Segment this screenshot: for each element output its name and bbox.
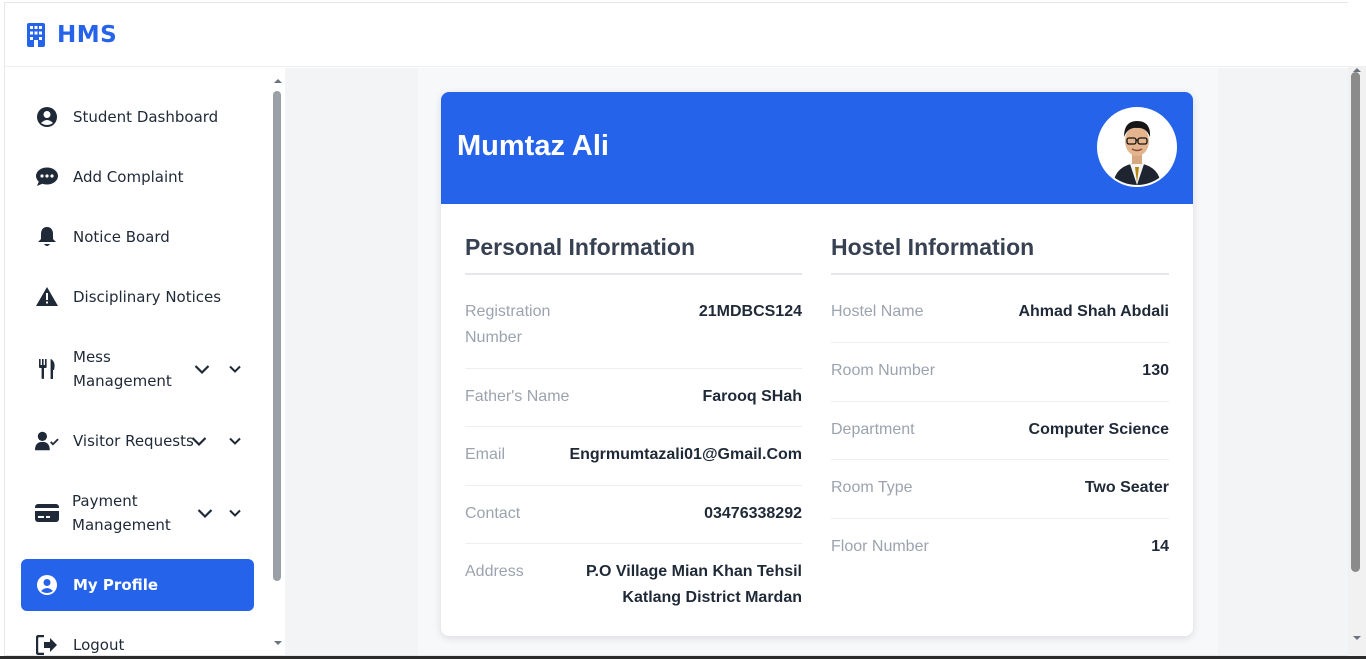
field-value-floor-number: 14: [1151, 538, 1169, 555]
row-divider: [831, 401, 1169, 402]
sidebar-item-label: Add Complaint: [73, 168, 184, 186]
row-divider: [465, 426, 802, 427]
row-divider: [831, 518, 1169, 519]
warning-icon: [35, 285, 59, 309]
profile-name: Mumtaz Ali: [457, 130, 609, 162]
user-circle-icon: [35, 573, 59, 597]
app-window: HMS Student Dashboard Add Complaint Noti…: [4, 2, 1348, 656]
utensils-icon: [35, 357, 59, 381]
sidebar-item-student-dashboard[interactable]: Student Dashboard: [21, 91, 254, 143]
chevron-down-icon: [197, 509, 213, 519]
sidebar-item-label: Mess Management: [73, 348, 172, 390]
chat-icon: [35, 165, 59, 189]
profile-header: Mumtaz Ali: [441, 92, 1193, 204]
sidebar-item-logout[interactable]: Logout: [21, 619, 254, 655]
row-divider: [465, 485, 802, 486]
sidebar-item-label: Disciplinary Notices: [73, 288, 222, 306]
chevron-down-icon: [229, 365, 241, 373]
field-value-father: Farooq SHah: [702, 388, 802, 405]
profile-card: Mumtaz Ali Personal Information Registra…: [441, 92, 1193, 636]
credit-card-icon: [35, 501, 59, 525]
sidebar-item-label: My Profile: [73, 576, 159, 594]
building-icon: [27, 23, 45, 47]
sidebar: Student Dashboard Add Complaint Notice B…: [5, 68, 285, 655]
field-value-address: P.O Village Mian Khan Tehsil Katlang Dis…: [585, 563, 802, 606]
scroll-down-arrow-icon[interactable]: [273, 639, 283, 647]
sidebar-scrollbar-thumb[interactable]: [273, 91, 281, 581]
row-divider: [831, 342, 1169, 343]
personal-info-title: Personal Information: [465, 234, 696, 260]
logout-icon: [35, 633, 59, 655]
section-divider: [831, 273, 1169, 275]
field-value-email: Engrmumtazali01@Gmail.Com: [569, 446, 802, 463]
sidebar-item-label: Notice Board: [73, 228, 170, 246]
user-circle-icon: [35, 105, 59, 129]
top-navbar: HMS: [5, 3, 1348, 67]
field-label-address: Address: [465, 563, 524, 580]
sidebar-item-visitor-requests[interactable]: Visitor Requests: [21, 415, 254, 467]
bell-icon: [35, 225, 59, 249]
sidebar-item-payment-management[interactable]: Payment Management: [21, 487, 254, 539]
field-label-department: Department: [831, 421, 915, 438]
chevron-down-icon: [229, 509, 241, 517]
field-label-floor-number: Floor Number: [831, 538, 929, 555]
row-divider: [831, 459, 1169, 460]
user-check-icon: [35, 429, 59, 453]
page-scrollbar-thumb[interactable]: [1351, 72, 1360, 572]
section-divider: [465, 273, 802, 275]
sidebar-item-add-complaint[interactable]: Add Complaint: [21, 151, 254, 203]
avatar: [1097, 107, 1177, 187]
field-label-hostel-name: Hostel Name: [831, 303, 924, 320]
row-divider: [465, 368, 802, 369]
hostel-info-title: Hostel Information: [831, 234, 1035, 260]
brand-name: HMS: [57, 22, 118, 48]
field-value-room-type: Two Seater: [1084, 479, 1169, 496]
sidebar-item-mess-management[interactable]: Mess Management: [21, 343, 254, 395]
chevron-down-icon: [229, 437, 241, 445]
field-value-contact: 03476338292: [704, 505, 802, 522]
sidebar-item-notice-board[interactable]: Notice Board: [21, 211, 254, 263]
field-label-room-type: Room Type: [831, 479, 913, 496]
field-value-department: Computer Science: [1028, 421, 1169, 438]
field-label-father: Father's Name: [465, 388, 570, 405]
sidebar-item-my-profile[interactable]: My Profile: [21, 559, 254, 611]
row-divider: [465, 543, 802, 544]
field-value-room-number: 130: [1142, 362, 1169, 379]
field-label-registration: Registration Number: [465, 303, 551, 346]
sidebar-item-label: Payment Management: [72, 492, 171, 534]
sidebar-item-label: Logout: [73, 636, 125, 654]
field-label-contact: Contact: [465, 505, 521, 522]
scroll-down-arrow-icon[interactable]: [1352, 634, 1362, 642]
sidebar-item-label: Student Dashboard: [73, 108, 219, 126]
field-value-hostel-name: Ahmad Shah Abdali: [1018, 303, 1169, 320]
field-label-room-number: Room Number: [831, 362, 936, 379]
field-value-registration: 21MDBCS124: [698, 303, 802, 320]
chevron-down-icon: [191, 437, 207, 447]
brand[interactable]: HMS: [27, 22, 117, 48]
sidebar-item-disciplinary-notices[interactable]: Disciplinary Notices: [21, 271, 254, 323]
sidebar-item-label: Visitor Requests: [73, 432, 194, 450]
scroll-up-arrow-icon[interactable]: [273, 77, 283, 85]
chevron-down-icon: [194, 365, 210, 375]
